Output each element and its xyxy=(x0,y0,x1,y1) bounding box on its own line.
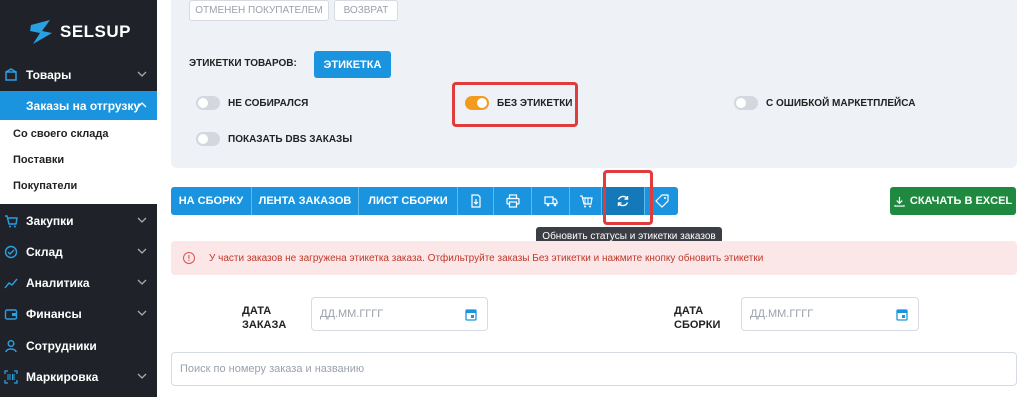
orders-feed-button[interactable]: ЛЕНТА ЗАКАЗОВ xyxy=(252,187,359,215)
missing-label-alert: ! У части заказов не загружена этикетка … xyxy=(171,241,1017,275)
labels-title: ЭТИКЕТКИ ТОВАРОВ: xyxy=(189,58,297,69)
sidebar-item-employees[interactable]: Сотрудники xyxy=(0,331,157,361)
highlight-box xyxy=(452,82,578,127)
order-date-label-line2: ЗАКАЗА xyxy=(242,319,287,331)
search-input[interactable]: Поиск по номеру заказа и названию xyxy=(171,352,1017,386)
sidebar: SELSUP Товары Заказы на отгрузку Со свое… xyxy=(0,0,157,397)
alert-text: У части заказов не загружена этикетка за… xyxy=(209,252,764,264)
download-icon xyxy=(894,196,905,207)
toggle-switch[interactable] xyxy=(734,96,758,110)
sidebar-item-purchases[interactable]: Закупки xyxy=(0,206,157,236)
label-button[interactable]: ЭТИКЕТКА xyxy=(314,51,391,78)
sidebar-item-label: Финансы xyxy=(26,307,82,321)
assembly-date-input[interactable]: ДД.ММ.ГГГГ xyxy=(741,297,919,331)
chevron-down-icon xyxy=(137,217,147,223)
chart-icon xyxy=(4,278,18,289)
orders-toolbar: НА СБОРКУ ЛЕНТА ЗАКАЗОВ ЛИСТ СБОРКИ xyxy=(171,187,678,215)
sidebar-item-analytics[interactable]: Аналитика xyxy=(0,268,157,298)
chevron-down-icon xyxy=(137,310,147,316)
chevron-down-icon xyxy=(137,71,147,77)
assembly-date-label-line2: СБОРКИ xyxy=(674,319,721,331)
selsup-logo-icon xyxy=(30,20,52,44)
assembly-date-label-line1: ДАТА xyxy=(674,305,704,317)
highlight-box xyxy=(603,170,653,225)
cart-button[interactable] xyxy=(570,187,602,215)
sidebar-item-label: Заказы на отгрузку xyxy=(26,99,141,113)
order-date-input[interactable]: ДД.ММ.ГГГГ xyxy=(311,297,488,331)
print-button[interactable] xyxy=(494,187,532,215)
sidebar-subpanel: Со своего склада Поставки Покупатели xyxy=(0,120,157,204)
chevron-down-icon xyxy=(137,279,147,285)
status-chip-cancelled[interactable]: ОТМЕНЕН ПОКУПАТЕЛЕМ xyxy=(189,0,329,21)
truck-icon xyxy=(543,196,558,207)
alert-icon: ! xyxy=(183,252,195,264)
assembly-sheet-button[interactable]: ЛИСТ СБОРКИ xyxy=(359,187,458,215)
sidebar-item-label: Аналитика xyxy=(26,276,90,290)
brand-name: SELSUP xyxy=(60,22,132,41)
toggle-not-collected[interactable]: НЕ СОБИРАЛСЯ xyxy=(196,96,308,110)
toggle-switch[interactable] xyxy=(196,96,220,110)
toggle-label: С ОШИБКОЙ МАРКЕТПЛЕЙСА xyxy=(766,97,916,109)
chevron-down-icon xyxy=(137,248,147,254)
export-file-button[interactable] xyxy=(458,187,494,215)
barcode-icon xyxy=(4,370,18,384)
sidebar-item-finance[interactable]: Финансы xyxy=(0,299,157,329)
sidebar-subitem-own-warehouse[interactable]: Со своего склада xyxy=(13,128,108,140)
to-assembly-button[interactable]: НА СБОРКУ xyxy=(171,187,252,215)
cart-icon xyxy=(5,215,18,228)
order-date-label-line1: ДАТА xyxy=(242,305,272,317)
sidebar-item-shipment-orders[interactable]: Заказы на отгрузку xyxy=(0,91,157,121)
sidebar-item-label: Товары xyxy=(26,68,72,82)
sidebar-item-label: Склад xyxy=(26,245,63,259)
wallet-icon xyxy=(4,309,18,320)
excel-button-label: СКАЧАТЬ В EXCEL xyxy=(909,195,1013,207)
toggle-label: НЕ СОБИРАЛСЯ xyxy=(228,97,309,109)
cart-icon xyxy=(579,195,593,208)
delivery-button[interactable] xyxy=(532,187,570,215)
check-circle-icon xyxy=(4,245,18,259)
status-chip-return[interactable]: ВОЗВРАТ xyxy=(334,0,398,21)
sidebar-item-label: Закупки xyxy=(26,214,74,228)
sidebar-item-products[interactable]: Товары xyxy=(0,60,157,90)
tag-icon xyxy=(654,194,669,208)
sidebar-subitem-buyers[interactable]: Покупатели xyxy=(13,180,77,192)
sidebar-subitem-supplies[interactable]: Поставки xyxy=(13,154,64,166)
search-placeholder: Поиск по номеру заказа и названию xyxy=(180,363,365,375)
toggle-switch[interactable] xyxy=(196,132,220,146)
toggle-label: ПОКАЗАТЬ DBS ЗАКАЗЫ xyxy=(228,133,353,145)
sidebar-item-marking[interactable]: Маркировка xyxy=(0,362,157,392)
logo[interactable]: SELSUP xyxy=(28,12,131,52)
sidebar-item-label: Сотрудники xyxy=(26,339,97,353)
file-download-icon xyxy=(470,194,481,208)
order-date-label: ДАТА ЗАКАЗА xyxy=(242,304,286,332)
box-icon xyxy=(5,68,17,81)
calendar-icon[interactable] xyxy=(896,308,908,321)
sidebar-item-warehouse[interactable]: Склад xyxy=(0,237,157,267)
excel-download-button[interactable]: СКАЧАТЬ В EXCEL xyxy=(890,187,1016,215)
assembly-date-label: ДАТА СБОРКИ xyxy=(674,304,720,332)
toggle-marketplace-error[interactable]: С ОШИБКОЙ МАРКЕТПЛЕЙСА xyxy=(734,96,915,110)
assembly-date-placeholder: ДД.ММ.ГГГГ xyxy=(750,308,814,320)
chevron-up-icon xyxy=(137,102,147,108)
sidebar-item-label: Маркировка xyxy=(26,370,99,384)
printer-icon xyxy=(505,194,520,208)
calendar-icon[interactable] xyxy=(465,308,477,321)
user-icon xyxy=(5,340,17,353)
chevron-down-icon xyxy=(137,373,147,379)
order-date-placeholder: ДД.ММ.ГГГГ xyxy=(320,308,384,320)
toggle-show-dbs[interactable]: ПОКАЗАТЬ DBS ЗАКАЗЫ xyxy=(196,132,352,146)
